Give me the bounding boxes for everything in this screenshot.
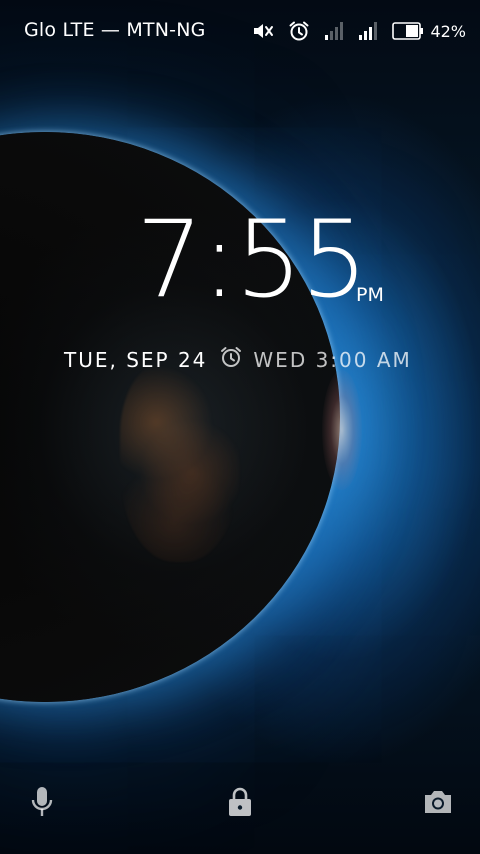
planet-city-lights [120, 362, 240, 562]
current-date: TUE, SEP 24 [64, 347, 208, 372]
signal-strong-icon [358, 21, 378, 41]
wallpaper-sun-glow [322, 370, 362, 490]
lock-screen: Glo LTE — MTN-NG 42% 7:55 PM TUE, SEP 24… [0, 0, 480, 854]
unlock-button[interactable] [218, 782, 262, 826]
next-alarm: WED 3:00 AM [207, 345, 411, 374]
muted-speaker-icon [252, 21, 274, 41]
alarm-icon [288, 20, 310, 42]
clock: 7:55 PM [0, 200, 480, 320]
camera-icon [422, 788, 454, 820]
status-icons: 42% [252, 19, 466, 43]
battery-icon [392, 22, 424, 40]
camera-button[interactable] [416, 782, 460, 826]
alarm-clock-icon [207, 345, 253, 374]
clock-ampm: PM [356, 284, 384, 306]
microphone-icon [29, 785, 55, 823]
status-bar: Glo LTE — MTN-NG 42% [0, 0, 480, 62]
carrier-label: Glo LTE — MTN-NG [24, 19, 206, 41]
lock-icon [227, 786, 253, 822]
date-row: TUE, SEP 24 WED 3:00 AM [64, 345, 412, 374]
next-alarm-label: WED 3:00 AM [253, 347, 412, 372]
signal-weak-icon [324, 21, 344, 41]
lock-shortcuts [0, 754, 480, 854]
battery-percent: 42% [430, 21, 466, 41]
voice-assist-button[interactable] [20, 782, 64, 826]
clock-time: 7:55 [136, 198, 368, 321]
